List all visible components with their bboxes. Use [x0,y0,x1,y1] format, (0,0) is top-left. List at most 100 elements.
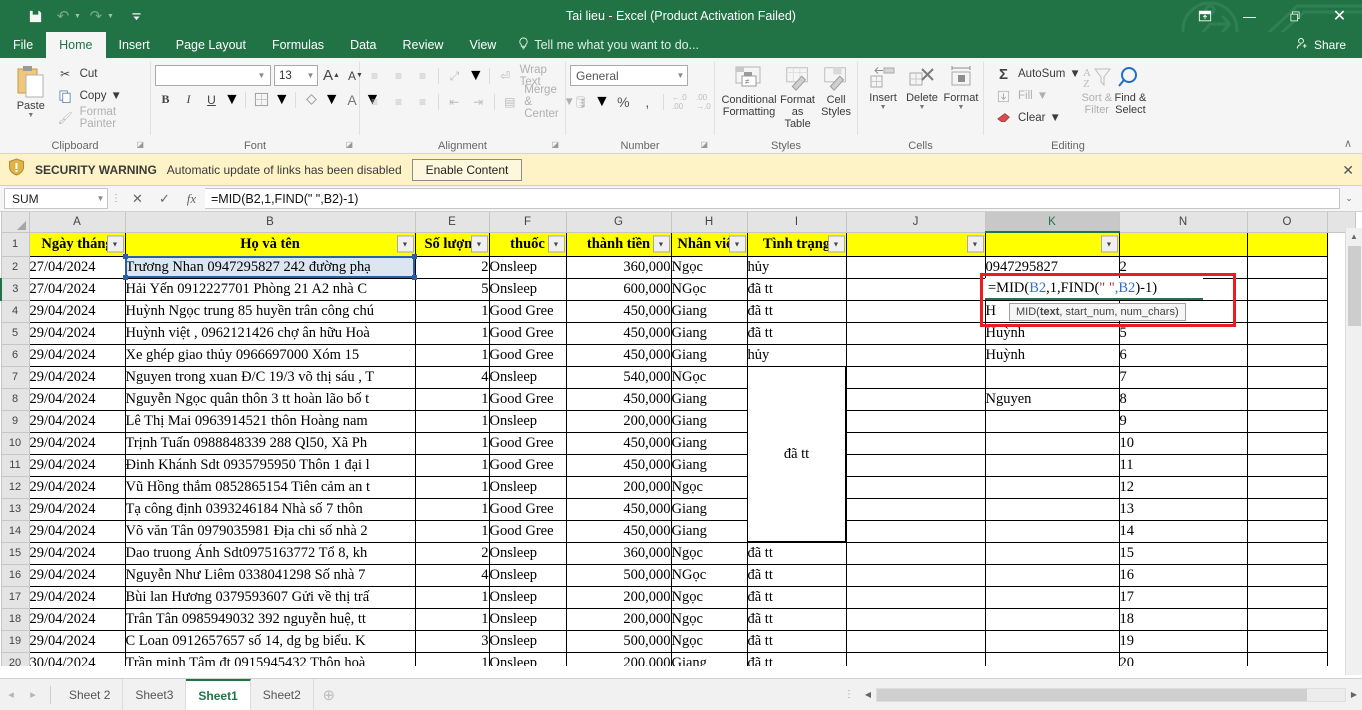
row-header-3[interactable]: 3 [0,277,30,301]
cell-A17[interactable]: 29/04/2024 [28,585,126,609]
insert-cells-button[interactable]: Insert ▼ [865,63,901,111]
format-cells-button[interactable]: Format ▼ [943,63,979,111]
cell-O9[interactable] [1246,409,1328,433]
font-size-combo[interactable]: 13 ▼ [274,65,318,86]
cell-N10[interactable]: 10 [1118,431,1248,455]
row-header-10[interactable]: 10 [0,431,30,455]
column-header-E[interactable]: E [414,212,490,233]
tab-home[interactable]: Home [46,32,106,58]
tab-page-layout[interactable]: Page Layout [163,32,259,58]
cell-E6[interactable]: 1 [414,343,490,367]
cell-F2[interactable]: Onsleep [488,255,567,279]
cell-J6[interactable] [845,343,986,367]
cell-N17[interactable]: 17 [1118,585,1248,609]
cell-K13[interactable] [984,497,1120,521]
cell-N5[interactable]: 5 [1118,321,1248,345]
orientation-icon[interactable]: ⤢ [444,66,465,87]
table-header-cell[interactable]: Ngày tháng ▼ [28,231,126,257]
cell-B10[interactable]: Trịnh Tuấn 0988848339 288 Ql50, Xã Ph [124,431,416,455]
fill-color-caret-icon[interactable]: ▼ [324,91,340,109]
scroll-up-arrow-icon[interactable]: ▲ [1346,228,1362,245]
table-row[interactable]: 7 29/04/2024 Nguyen trong xuan Đ/C 19/3 võ… [0,365,1355,389]
borders-caret-icon[interactable]: ▼ [274,91,290,109]
alignment-dialog-launcher[interactable]: ◪ [551,137,559,153]
cell-B16[interactable]: Nguyễn Như Liêm 0338041298 Số nhà 7 [124,563,416,587]
cell-K10[interactable] [984,431,1120,455]
cell-J3[interactable] [845,277,986,301]
cell-O12[interactable] [1246,475,1328,499]
filter-dropdown-icon[interactable]: ▼ [728,235,746,253]
copy-button[interactable]: Copy ▼ [55,85,146,107]
customize-qat-icon[interactable] [124,4,150,28]
table-header-cell[interactable] [1118,231,1248,257]
ribbon-tab-bar[interactable]: File Home Insert Page Layout Formulas Da… [0,32,1362,58]
cell-H18[interactable]: Ngọc [670,607,748,631]
cell-G5[interactable]: 450,000 [565,321,672,345]
selection-handle[interactable] [412,275,417,280]
cell-G3[interactable]: 600,000 [565,277,672,301]
cell-O6[interactable] [1246,343,1328,367]
table-row[interactable]: 10 29/04/2024 Trịnh Tuấn 0988848339 288 Ql… [0,431,1355,455]
cell-H9[interactable]: Giang [670,409,748,433]
table-header-cell[interactable] [1246,231,1328,257]
table-header-cell[interactable]: ▼ [845,231,986,257]
cell-A10[interactable]: 29/04/2024 [28,431,126,455]
cell-H20[interactable]: Giang [670,651,748,666]
grow-font-button[interactable]: A ▲ [321,65,342,86]
cell-O15[interactable] [1246,541,1328,565]
cell-N9[interactable]: 9 [1118,409,1248,433]
cell-K18[interactable] [984,607,1120,631]
cell-A6[interactable]: 29/04/2024 [28,343,126,367]
cell-H12[interactable]: Ngọc [670,475,748,499]
cell-N14[interactable]: 14 [1118,519,1248,543]
table-row[interactable]: 2 27/04/2024 Trương Nhan 0947295827 242 đư… [0,255,1355,279]
cell-G12[interactable]: 200,000 [565,475,672,499]
enter-formula-button[interactable]: ✓ [151,188,178,209]
cell-E3[interactable]: 5 [414,277,490,301]
cell-F12[interactable]: Onsleep [488,475,567,499]
column-header-J[interactable]: J [845,212,986,233]
filter-dropdown-icon[interactable]: ▼ [470,235,488,253]
add-sheet-button[interactable]: ⊕ [314,686,344,704]
cell-A15[interactable]: 29/04/2024 [28,541,126,565]
cell-B14[interactable]: Võ văn Tân 0979035981 Địa chi số nhà 2 [124,519,416,543]
cell-O10[interactable] [1246,431,1328,455]
cell-G19[interactable]: 500,000 [565,629,672,653]
cell-G16[interactable]: 500,000 [565,563,672,587]
font-dialog-launcher[interactable]: ◪ [345,137,353,153]
cell-J11[interactable] [845,453,986,477]
cell-I16[interactable]: đã tt [746,563,847,587]
cell-E4[interactable]: 1 [414,299,490,323]
cell-J10[interactable] [845,431,986,455]
name-box-caret-icon[interactable]: ▼ [94,194,107,203]
column-header-H[interactable]: H [670,212,748,233]
underline-caret-icon[interactable]: ▼ [224,91,240,109]
cell-B18[interactable]: Trân Tân 0985949032 392 nguyễn huệ, tt [124,607,416,631]
table-row[interactable]: 20 30/04/2024 Trần minh Tâm đt 0915945432… [0,651,1355,666]
cell-B15[interactable]: Dao truong Ánh Sdt0975163772 Tổ 8, kh [124,541,416,565]
cell-B13[interactable]: Tạ công định 0393246184 Nhà số 7 thôn [124,497,416,521]
row-header-19[interactable]: 19 [0,629,30,653]
cell-K16[interactable] [984,563,1120,587]
italic-button[interactable]: I [178,89,199,110]
cell-J19[interactable] [845,629,986,653]
insert-caret-icon[interactable]: ▼ [880,104,887,111]
cell-K9[interactable] [984,409,1120,433]
cell-B11[interactable]: Đinh Khánh Sdt 0935795950 Thôn 1 đại l [124,453,416,477]
cell-I15[interactable]: đã tt [746,541,847,565]
enable-content-button[interactable]: Enable Content [411,158,523,181]
worksheet-grid[interactable]: A B E F G H I J K N O 1 Ngày tháng ▼ Họ và tên ▼ Số lượn… [0,212,1362,666]
cell-H4[interactable]: Giang [670,299,748,323]
column-header-O[interactable]: O [1246,212,1328,233]
row-header-6[interactable]: 6 [0,343,30,367]
table-row[interactable]: 14 29/04/2024 Võ văn Tân 0979035981 Địa c… [0,519,1355,543]
table-row[interactable]: 11 29/04/2024 Đinh Khánh Sdt 0935795950 Th… [0,453,1355,477]
tab-insert[interactable]: Insert [106,32,163,58]
cell-K6[interactable]: Huỳnh [984,343,1120,367]
selection-handle[interactable] [123,254,128,259]
cell-G18[interactable]: 200,000 [565,607,672,631]
cell-K20[interactable] [984,651,1120,666]
cell-F5[interactable]: Good Gree [488,321,567,345]
filter-dropdown-icon[interactable]: ▼ [827,235,845,253]
cell-E9[interactable]: 1 [414,409,490,433]
